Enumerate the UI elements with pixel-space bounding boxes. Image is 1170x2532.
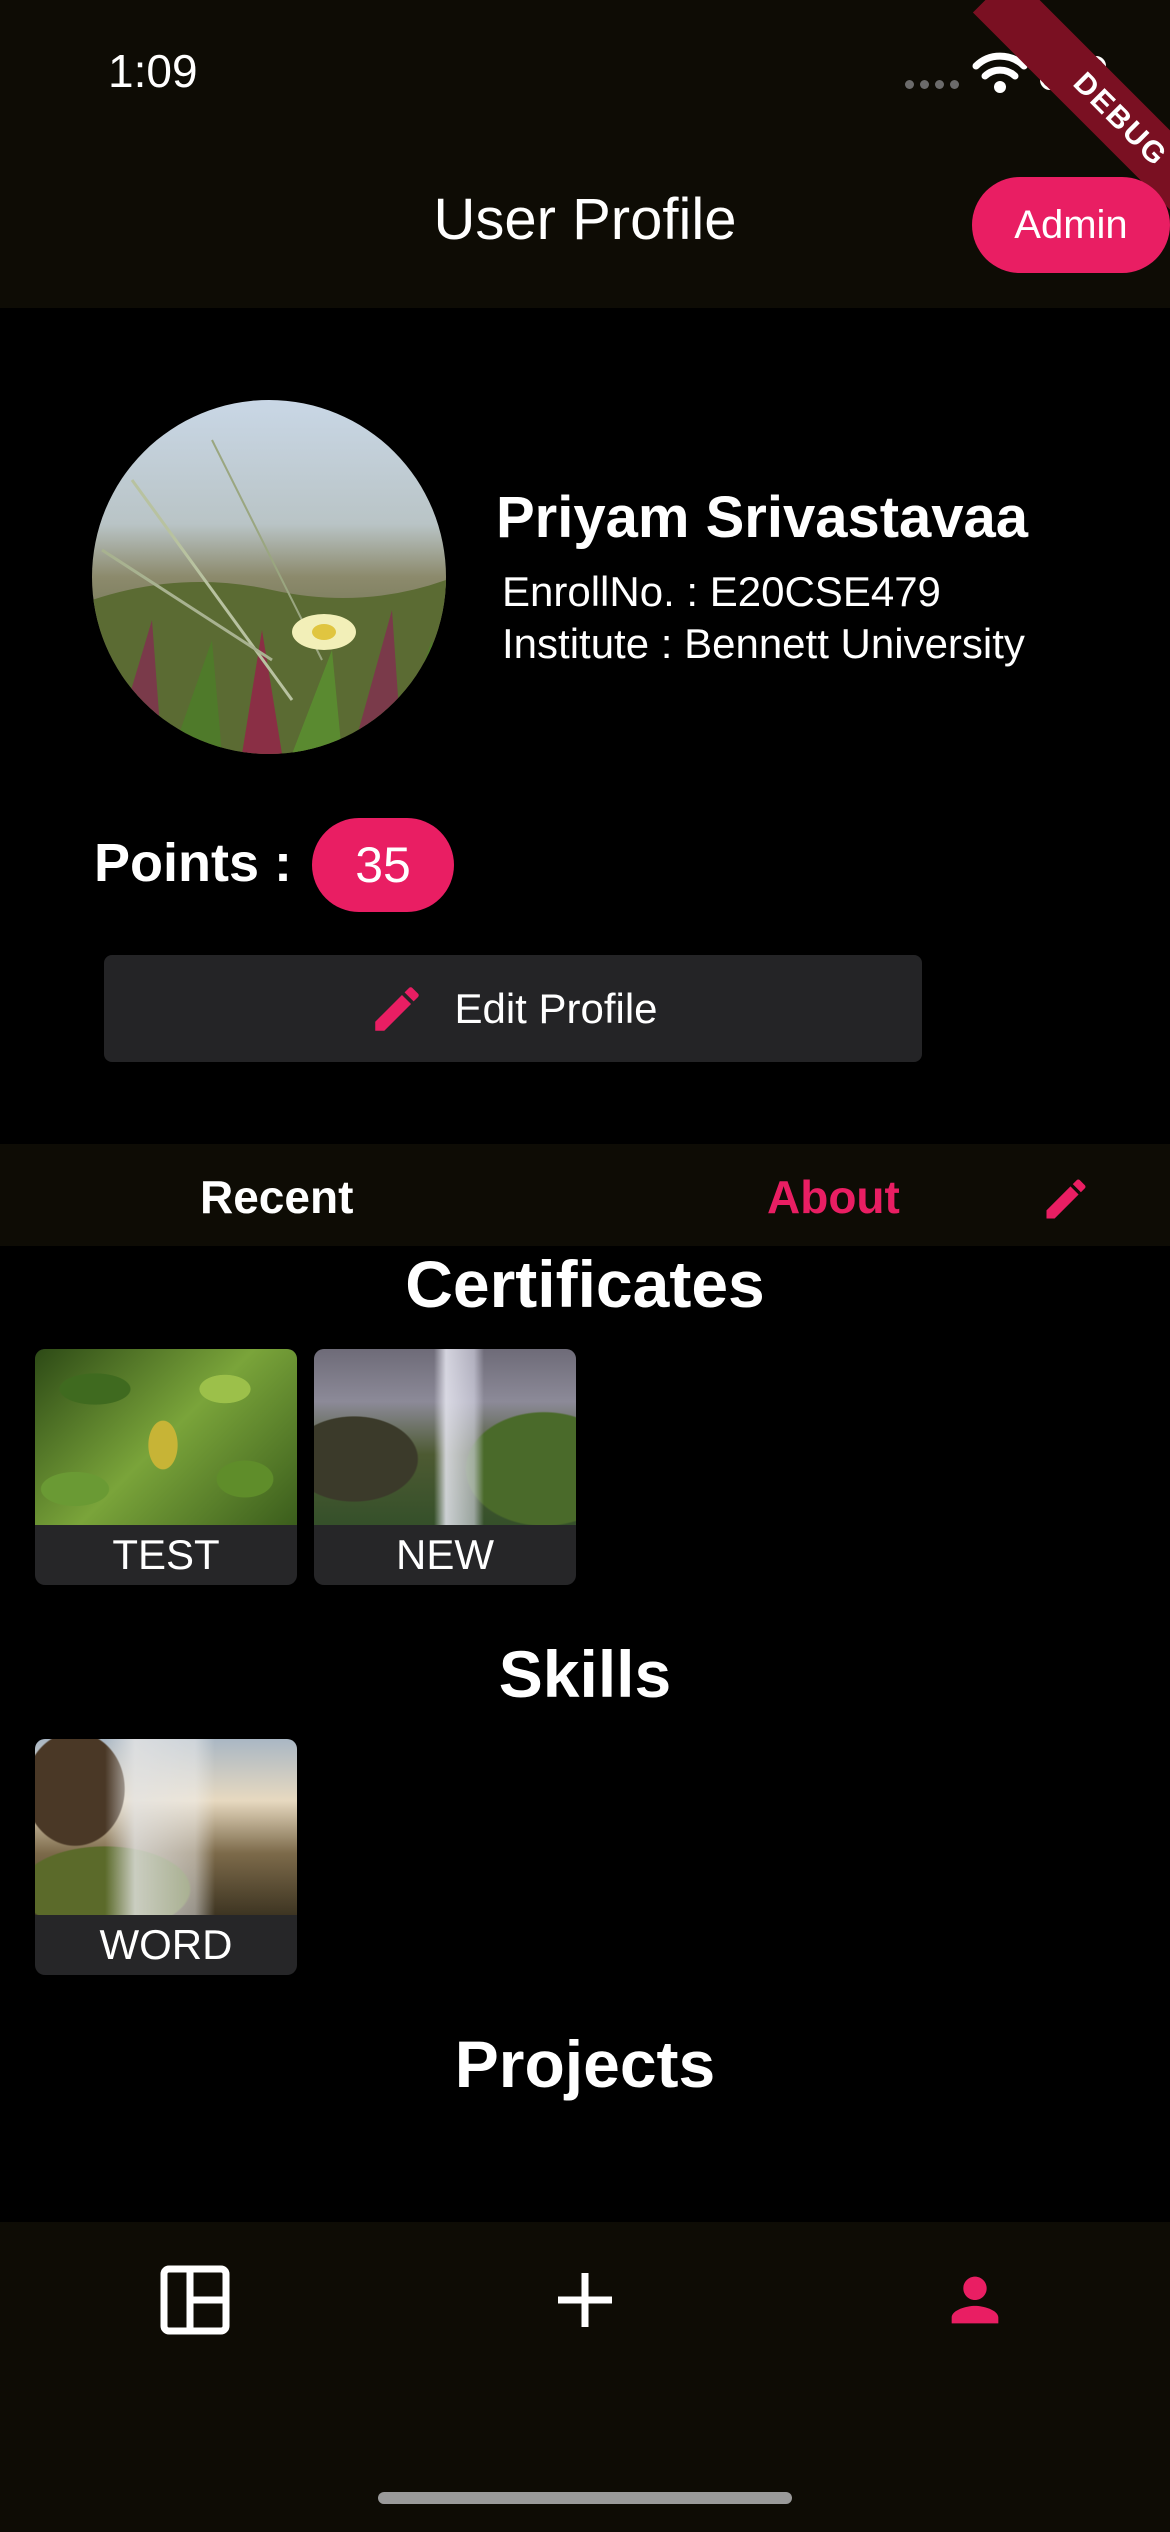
pencil-icon[interactable] [1040, 1173, 1092, 1225]
avatar[interactable] [92, 400, 446, 754]
certificate-card[interactable]: NEW [314, 1349, 576, 1585]
section-title-skills: Skills [498, 1637, 672, 1711]
skill-label: WORD [99, 1921, 233, 1968]
dashboard-icon[interactable] [160, 2265, 230, 2335]
section-title-certificates: Certificates [405, 1247, 765, 1321]
admin-button[interactable]: Admin [972, 177, 1170, 273]
home-indicator [378, 2492, 792, 2504]
pencil-icon [375, 986, 420, 1031]
points-label: Points : [94, 833, 292, 893]
certificate-label: NEW [396, 1531, 494, 1578]
user-name: Priyam Srivastavaa [496, 485, 1029, 550]
tab-bar [0, 1144, 1170, 1246]
certificate-image [35, 1349, 297, 1525]
points-badge: 35 [312, 818, 454, 912]
tab-recent[interactable]: Recent [200, 1170, 353, 1224]
tab-about[interactable]: About [767, 1170, 900, 1224]
edit-profile-label: Edit Profile [454, 984, 658, 1032]
certificate-card[interactable]: TEST [35, 1349, 297, 1585]
skill-image [35, 1739, 297, 1915]
add-icon[interactable] [552, 2265, 618, 2335]
institute: Institute : Bennett University [502, 620, 1025, 667]
enroll-number: EnrollNo. : E20CSE479 [502, 568, 941, 615]
edit-profile-button[interactable]: Edit Profile [104, 955, 922, 1062]
certificate-image [314, 1349, 576, 1525]
skill-card[interactable]: WORD [35, 1739, 297, 1975]
status-time: 1:09 [108, 45, 198, 97]
certificate-label: TEST [112, 1531, 220, 1578]
section-title-projects: Projects [454, 2027, 716, 2101]
person-icon[interactable] [940, 2265, 1010, 2335]
